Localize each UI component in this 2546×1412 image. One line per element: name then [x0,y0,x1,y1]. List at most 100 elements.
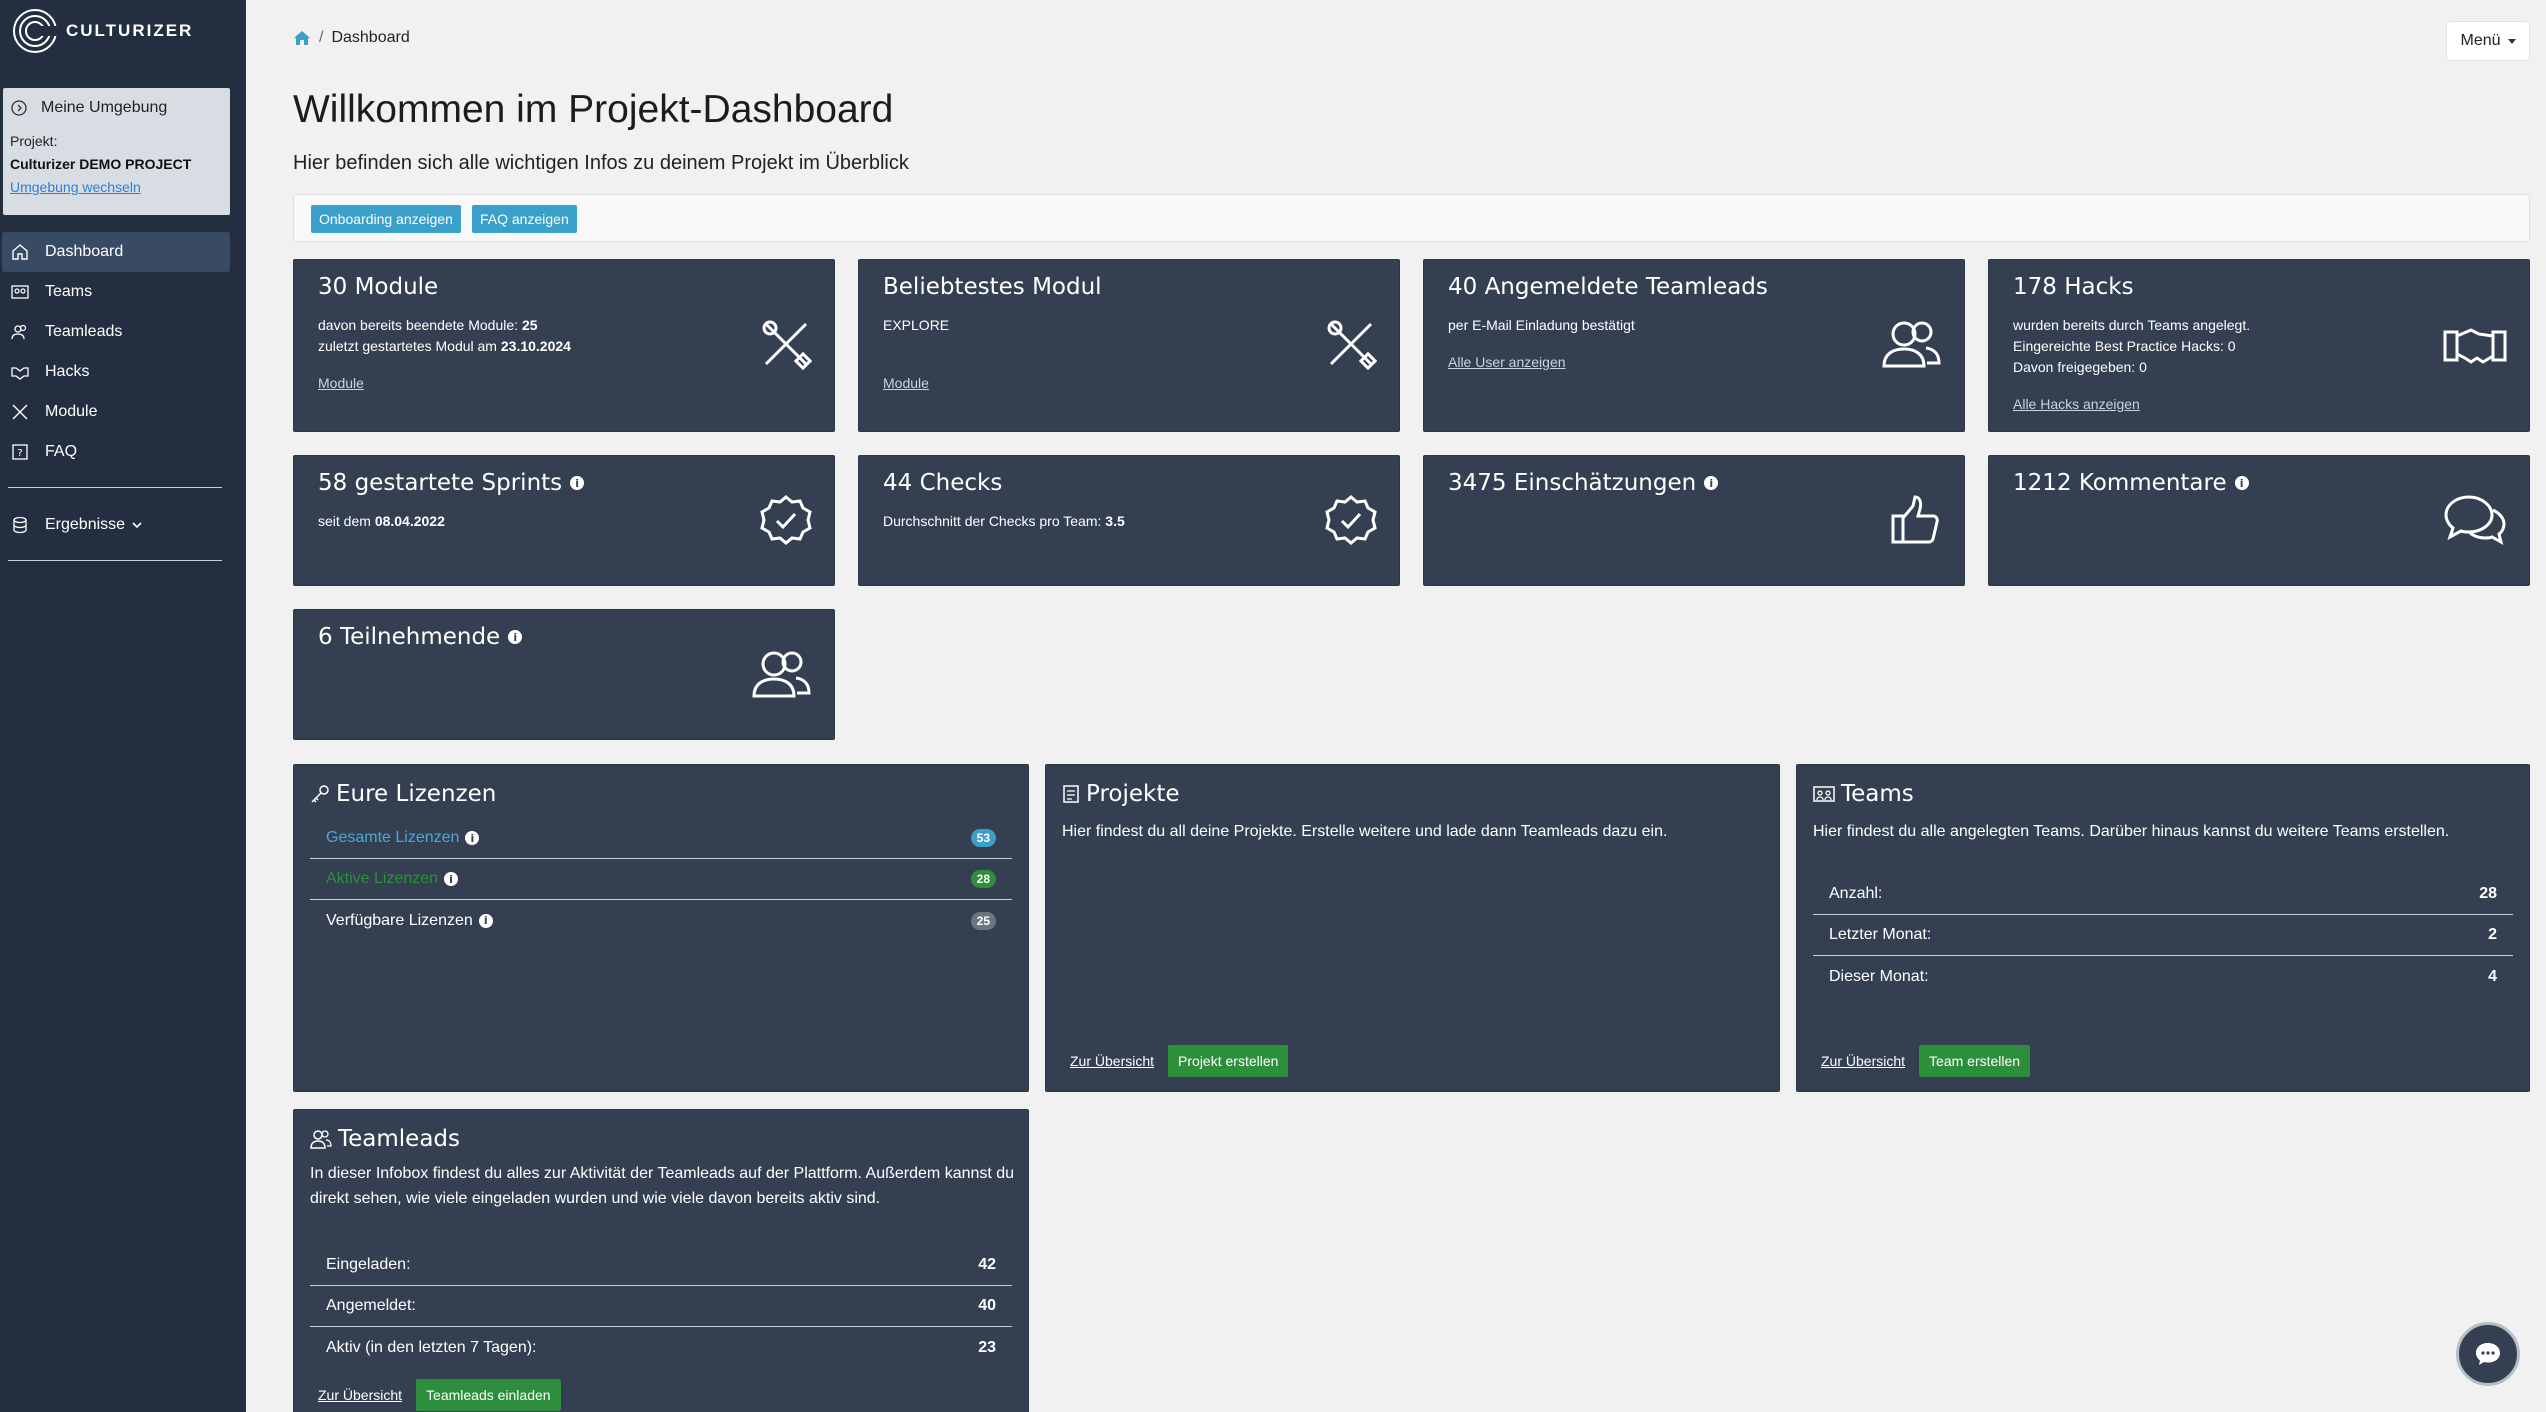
sidebar-item-teamleads[interactable]: Teamleads [2,312,230,352]
tools-icon [12,404,28,420]
environment-box: Meine Umgebung Projekt: Culturizer DEMO … [3,88,230,215]
info-icon[interactable]: i [570,476,585,490]
onboarding-button[interactable]: Onboarding anzeigen [311,205,461,233]
chat-bubbles-icon [2444,495,2506,545]
create-project-button[interactable]: Projekt erstellen [1168,1045,1289,1077]
projects-description: Hier findest du all deine Projekte. Erst… [1062,823,1668,840]
hacks-card-title: 178 Hacks [2013,274,2134,300]
teamleads-card: 40 Angemeldete Teamleads per E-Mail Einl… [1423,259,1965,432]
comments-card-title: 1212 Kommentare i [2013,470,2249,496]
document-icon [1063,785,1079,803]
modules-last-started: zuletzt gestartetes Modul am 23.10.2024 [318,338,571,354]
projects-overview-link[interactable]: Zur Übersicht [1070,1053,1154,1069]
teamleads-registered-value: 40 [978,1297,996,1314]
sidebar-item-label: Teams [45,283,93,300]
all-users-link[interactable]: Alle User anzeigen [1448,354,1566,370]
sidebar-item-teams[interactable]: Teams [2,272,230,312]
licenses-panel: Eure Lizenzen Gesamte Lizenzen i 53 Aktiv… [293,764,1029,1092]
modules-finished-label: davon bereits beendete Module: [318,317,522,333]
sprints-since-label: seit dem [318,513,375,529]
home-icon [12,244,28,260]
info-icon[interactable]: i [2234,476,2249,490]
svg-text:?: ? [17,448,22,459]
modules-link[interactable]: Module [318,375,364,391]
modules-last-started-label: zuletzt gestartetes Modul am [318,338,501,354]
teamleads-overview-link[interactable]: Zur Übersicht [318,1387,402,1403]
users-icon [1882,321,1941,368]
teams-last-month-label: Letzter Monat: [1829,926,1932,943]
menu-dropdown-button[interactable]: Menü [2446,21,2530,61]
teams-icon [1813,786,1835,802]
faq-button[interactable]: FAQ anzeigen [472,205,577,233]
info-icon[interactable]: i [478,913,493,928]
my-environment[interactable]: Meine Umgebung [3,88,230,128]
info-icon[interactable]: i [465,831,480,845]
environment-title: Meine Umgebung [41,99,168,116]
hacks-created-text: wurden bereits durch Teams angelegt. [2013,317,2251,333]
favorite-module-card: Beliebtestes Modul EXPLORE Module [858,259,1400,432]
teams-count-label: Anzahl: [1829,885,1883,902]
info-icon[interactable]: i [508,630,523,644]
license-total-label[interactable]: Gesamte Lizenzen [326,829,459,847]
license-active-label[interactable]: Aktive Lizenzen [326,870,438,888]
checks-card: 44 Checks Durchschnitt der Checks pro Te… [858,455,1400,586]
teamleads-title: Teamleads [338,1126,461,1152]
teamleads-invited-value: 42 [978,1256,996,1273]
key-icon [311,785,329,803]
modules-card-title: 30 Module [318,274,439,300]
teamleads-panel: Teamleads In dieser Infobox findest du a… [293,1109,1029,1412]
license-active-badge: 28 [970,870,996,888]
license-row-available: Verfügbare Lizenzen i 25 [310,900,1012,941]
brand-logo[interactable]: CULTURIZER [12,8,193,54]
info-icon[interactable]: i [444,872,459,886]
info-icon[interactable]: i [1704,476,1719,490]
sidebar-item-faq[interactable]: ? FAQ [2,432,230,472]
licenses-header: Eure Lizenzen [310,781,496,807]
home-icon[interactable] [293,30,311,46]
sidebar: CULTURIZER Meine Umgebung Projekt: Cultu… [0,0,246,1412]
create-team-button[interactable]: Team erstellen [1919,1045,2031,1077]
ratings-title-text: 3475 Einschätzungen [1448,470,1697,496]
teams-description: Hier findest du alle angelegten Teams. D… [1813,823,2450,840]
sidebar-item-hacks[interactable]: Hacks [2,352,230,392]
ratings-card: 3475 Einschätzungen i [1423,455,1965,586]
action-bar: Onboarding anzeigen FAQ anzeigen [293,194,2530,242]
teams-last-month-value: 2 [2488,926,2497,943]
sidebar-item-results[interactable]: Ergebnisse [2,505,230,545]
participants-card-title: 6 Teilnehmende i [318,624,523,650]
arrow-circle-icon [11,100,27,116]
project-name: Culturizer DEMO PROJECT [10,156,192,172]
modules-finished: davon bereits beendete Module: 25 [318,317,538,333]
license-available-label: Verfügbare Lizenzen [326,911,473,929]
sidebar-results: Ergebnisse [2,505,230,545]
teams-overview-link[interactable]: Zur Übersicht [1821,1053,1905,1069]
sprints-since: seit dem 08.04.2022 [318,513,445,529]
teamleads-description: In dieser Infobox findest du alles zur A… [310,1165,1015,1207]
invite-teamleads-button[interactable]: Teamleads einladen [416,1379,561,1411]
projects-footer: Zur Übersicht Projekt erstellen [1070,1045,1289,1077]
favorite-module-link[interactable]: Module [883,375,929,391]
projects-title: Projekte [1086,781,1180,807]
switch-environment-link[interactable]: Umgebung wechseln [3,179,230,195]
sidebar-item-module[interactable]: Module [2,392,230,432]
license-available-badge: 25 [970,911,996,930]
sidebar-item-dashboard[interactable]: Dashboard [2,232,230,272]
licenses-title: Eure Lizenzen [336,781,497,807]
teamleads-card-text: per E-Mail Einladung bestätigt [1448,317,1635,333]
hacks-approved-text: Davon freigegeben: 0 [2013,359,2147,375]
teamleads-registered-label: Angemeldet: [326,1297,416,1314]
chat-widget-button[interactable] [2456,1322,2520,1386]
teamleads-active-value: 23 [978,1338,996,1356]
license-row-active: Aktive Lizenzen i 28 [310,859,1012,900]
brand-name: CULTURIZER [66,21,194,40]
sprints-card: 58 gestartete Sprints i seit dem 08.04.20… [293,455,835,586]
projects-panel: Projekte Hier findest du all deine Proje… [1045,764,1780,1092]
sidebar-nav: Dashboard Teams Teamleads Hacks Module ?… [2,232,230,472]
teams-count-value: 28 [2479,885,2497,902]
all-hacks-link[interactable]: Alle Hacks anzeigen [2013,396,2140,412]
teams-this-month-value: 4 [2488,967,2497,985]
teams-row-count: Anzahl: 28 [1813,874,2513,915]
chat-icon [2476,1343,2500,1365]
sidebar-item-label: Hacks [45,363,90,380]
thumbs-up-icon [1891,495,1939,544]
